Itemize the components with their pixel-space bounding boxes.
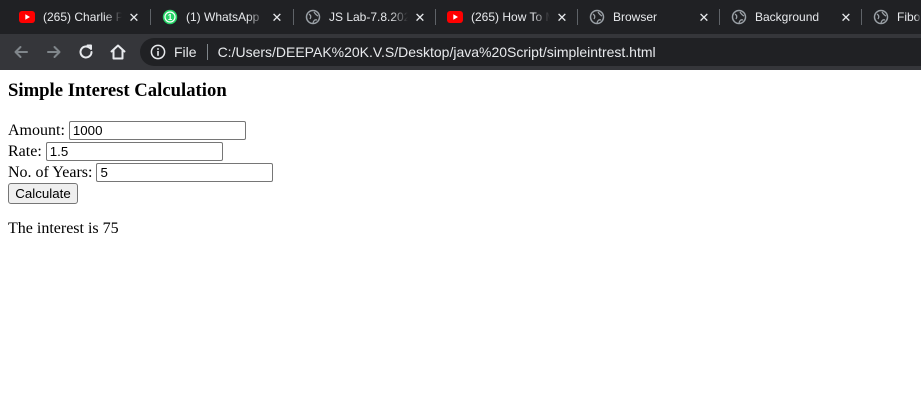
home-button[interactable]	[106, 40, 130, 64]
years-label: No. of Years:	[8, 163, 93, 181]
tab-title: (1) WhatsApp	[186, 10, 260, 24]
tab-title: Browser	[613, 10, 658, 24]
tab-title: (265) How To Make	[471, 10, 550, 24]
globe-icon	[305, 9, 321, 25]
rate-input[interactable]	[45, 142, 223, 161]
youtube-icon	[447, 9, 463, 25]
close-icon[interactable]: ✕	[412, 9, 428, 25]
globe-icon	[589, 9, 605, 25]
tab-js-lab[interactable]: JS Lab-7.8.2020 ✕	[286, 0, 436, 34]
rate-row: Rate:	[8, 141, 223, 162]
page-content: Simple Interest Calculation Amount: Rate…	[0, 70, 921, 415]
tab-how-to[interactable]: (265) How To Make ✕	[428, 0, 578, 34]
svg-text:1: 1	[168, 13, 173, 22]
arrow-right-icon	[47, 46, 61, 58]
tab-background[interactable]: Background ✕	[712, 0, 862, 34]
page-title: Simple Interest Calculation	[8, 80, 227, 101]
tab-fibonacci[interactable]: Fibonacci	[854, 0, 921, 34]
arrow-left-icon	[14, 46, 28, 58]
globe-icon	[873, 9, 889, 25]
tab-charlie-puth[interactable]: (265) Charlie Puth ✕	[0, 0, 150, 34]
whatsapp-icon: 1	[162, 9, 178, 25]
tab-title: JS Lab-7.8.2020	[329, 10, 408, 24]
amount-input[interactable]	[68, 121, 246, 140]
address-bar[interactable]: File C:/Users/DEEPAK%20K.V.S/Desktop/jav…	[140, 38, 921, 66]
years-input[interactable]	[96, 163, 274, 182]
close-icon[interactable]: ✕	[696, 9, 712, 25]
amount-row: Amount:	[8, 120, 246, 141]
rate-label: Rate:	[8, 142, 42, 160]
omnibox-divider	[206, 44, 208, 60]
tab-title: Fibonacci	[897, 10, 921, 24]
close-icon[interactable]: ✕	[269, 9, 285, 25]
globe-icon	[731, 9, 747, 25]
scheme-label: File	[174, 44, 197, 60]
home-icon	[110, 44, 126, 60]
tab-browser[interactable]: Browser ✕	[570, 0, 720, 34]
result-text: The interest is 75	[8, 220, 119, 237]
reload-button[interactable]	[74, 40, 98, 64]
url-text[interactable]: C:/Users/DEEPAK%20K.V.S/Desktop/java%20S…	[218, 44, 656, 60]
close-icon[interactable]: ✕	[126, 9, 142, 25]
tab-title: Background	[755, 10, 820, 24]
tab-title: (265) Charlie Puth	[43, 10, 122, 24]
tab-whatsapp[interactable]: 1 (1) WhatsApp ✕	[143, 0, 293, 34]
years-row: No. of Years:	[8, 162, 274, 183]
calculate-button[interactable]: Calculate	[8, 183, 78, 204]
info-icon[interactable]	[150, 44, 166, 60]
reload-icon	[79, 44, 93, 59]
close-icon[interactable]: ✕	[554, 9, 570, 25]
amount-label: Amount:	[8, 121, 65, 139]
back-button[interactable]	[9, 40, 33, 64]
youtube-icon	[19, 9, 35, 25]
close-icon[interactable]: ✕	[838, 9, 854, 25]
browser-toolbar: File C:/Users/DEEPAK%20K.V.S/Desktop/jav…	[0, 34, 921, 70]
forward-button[interactable]	[42, 40, 66, 64]
tab-strip: (265) Charlie Puth ✕ 1 (1) WhatsApp ✕ JS…	[0, 0, 921, 34]
